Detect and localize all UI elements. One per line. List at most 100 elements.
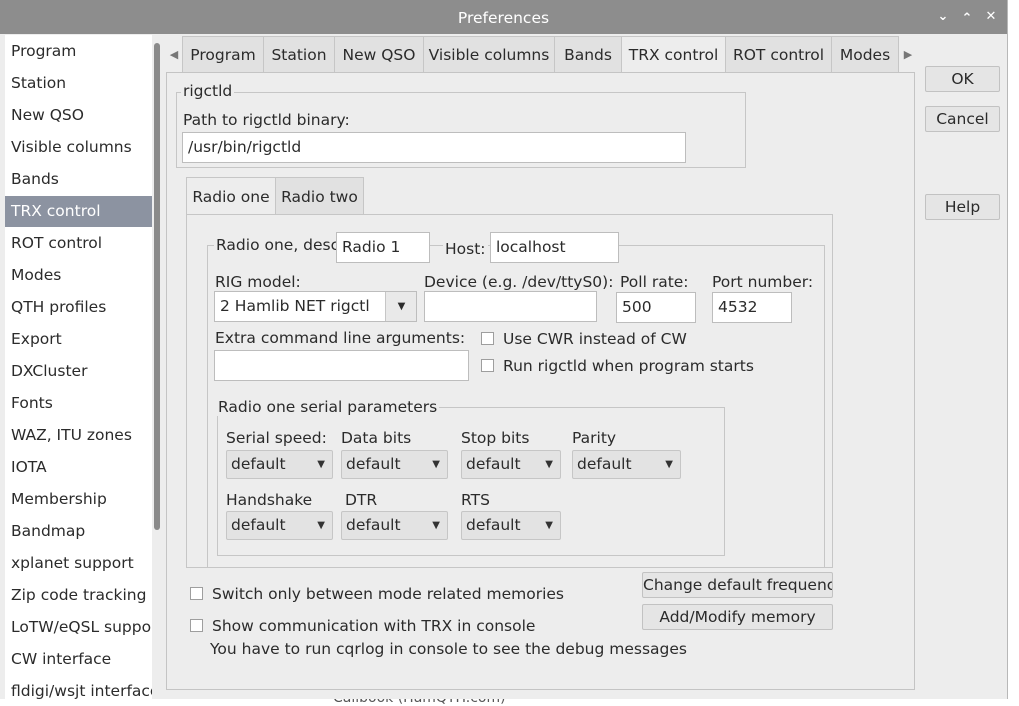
- tab-scroll-right-icon[interactable]: ▶: [901, 38, 915, 72]
- handshake-select[interactable]: default ▼: [226, 511, 333, 540]
- tab-new-qso[interactable]: New QSO: [334, 36, 424, 73]
- tab-station[interactable]: Station: [263, 36, 335, 73]
- category-item-new-qso[interactable]: New QSO: [5, 100, 152, 131]
- rig-model-combo[interactable]: 2 Hamlib NET rigctl ▼: [214, 291, 417, 322]
- data-bits-select[interactable]: default ▼: [341, 450, 448, 479]
- category-item-station[interactable]: Station: [5, 68, 152, 99]
- poll-rate-input[interactable]: 500: [616, 292, 696, 323]
- category-item-fonts[interactable]: Fonts: [5, 388, 152, 419]
- category-list: Program Station New QSO Visible columns …: [5, 35, 152, 699]
- category-item-iota[interactable]: IOTA: [5, 452, 152, 483]
- tab-modes[interactable]: Modes: [831, 36, 899, 73]
- dropdown-arrow-icon: ▼: [432, 459, 440, 470]
- chevron-up-icon[interactable]: ⌃: [959, 11, 975, 27]
- switch-memories-checkbox[interactable]: [190, 587, 203, 600]
- dtr-label: DTR: [345, 491, 378, 509]
- tab-radio-one[interactable]: Radio one: [186, 177, 276, 215]
- stop-bits-select[interactable]: default ▼: [461, 450, 561, 479]
- category-list-scrollbar[interactable]: [152, 35, 162, 699]
- poll-rate-label: Poll rate:: [620, 273, 689, 291]
- rig-model-label: RIG model:: [215, 273, 301, 291]
- category-item-visible-columns[interactable]: Visible columns: [5, 132, 152, 163]
- category-item-waz-itu-zones[interactable]: WAZ, ITU zones: [5, 420, 152, 451]
- parity-select[interactable]: default ▼: [572, 450, 681, 479]
- extra-args-input[interactable]: [214, 350, 469, 381]
- dropdown-arrow-icon: ▼: [432, 520, 440, 531]
- port-number-label: Port number:: [712, 273, 814, 291]
- rigctld-group-title: rigctld: [181, 82, 235, 100]
- category-item-zip-code-tracking[interactable]: Zip code tracking: [5, 580, 152, 611]
- data-bits-label: Data bits: [341, 429, 412, 447]
- port-number-input[interactable]: 4532: [712, 292, 792, 323]
- category-item-rot-control[interactable]: ROT control: [5, 228, 152, 259]
- help-button[interactable]: Help: [925, 194, 1000, 220]
- category-item-fldigi-wsjt-interface[interactable]: fldigi/wsjt interface: [5, 676, 152, 699]
- dtr-value: default: [346, 516, 401, 534]
- radio-desc-label: Radio one, desc.:: [214, 236, 352, 254]
- extra-args-label: Extra command line arguments:: [215, 329, 466, 347]
- tab-rot-control[interactable]: ROT control: [725, 36, 832, 73]
- add-modify-memory-button[interactable]: Add/Modify memory: [642, 604, 833, 630]
- stop-bits-value: default: [466, 455, 521, 473]
- dropdown-arrow-icon: ▼: [317, 459, 325, 470]
- scrollbar-thumb[interactable]: [154, 43, 160, 530]
- switch-memories-label: Switch only between mode related memorie…: [212, 585, 564, 603]
- category-item-qth-profiles[interactable]: QTH profiles: [5, 292, 152, 323]
- rig-model-value: 2 Hamlib NET rigctl: [220, 297, 370, 315]
- radio-desc-input[interactable]: Radio 1: [336, 232, 430, 263]
- dropdown-arrow-icon: ▼: [545, 520, 553, 531]
- rigctld-path-input[interactable]: /usr/bin/rigctld: [182, 132, 686, 163]
- tab-scroll-left-icon[interactable]: ◀: [167, 38, 181, 72]
- device-input[interactable]: [424, 291, 597, 322]
- stop-bits-label: Stop bits: [461, 429, 530, 447]
- category-item-bandmap[interactable]: Bandmap: [5, 516, 152, 547]
- dtr-select[interactable]: default ▼: [341, 511, 448, 540]
- parity-label: Parity: [572, 429, 617, 447]
- tab-visible-columns[interactable]: Visible columns: [423, 36, 555, 73]
- title-bar: Preferences ⌄ ⌃ ✕: [0, 0, 1007, 34]
- dropdown-arrow-icon: ▼: [665, 459, 673, 470]
- debug-note: You have to run cqrlog in console to see…: [210, 640, 688, 658]
- change-default-frequencies-button[interactable]: Change default frequencies: [642, 572, 833, 598]
- dropdown-arrow-icon: ▼: [317, 520, 325, 531]
- category-item-membership[interactable]: Membership: [5, 484, 152, 515]
- host-input[interactable]: localhost: [490, 232, 619, 263]
- device-label: Device (e.g. /dev/ttyS0):: [424, 273, 614, 291]
- host-label: Host:: [443, 240, 488, 258]
- run-rigctld-label: Run rigctld when program starts: [503, 357, 754, 375]
- run-rigctld-checkbox[interactable]: [481, 359, 494, 372]
- serial-speed-select[interactable]: default ▼: [226, 450, 333, 479]
- handshake-value: default: [231, 516, 286, 534]
- serial-speed-label: Serial speed:: [226, 429, 327, 447]
- handshake-label: Handshake: [226, 491, 313, 509]
- tab-bands[interactable]: Bands: [554, 36, 622, 73]
- dropdown-arrow-icon: ▼: [545, 459, 553, 470]
- category-item-dxcluster[interactable]: DXCluster: [5, 356, 152, 387]
- show-communication-checkbox[interactable]: [190, 619, 203, 632]
- category-item-trx-control[interactable]: TRX control: [5, 196, 152, 227]
- rts-select[interactable]: default ▼: [461, 511, 561, 540]
- tab-program[interactable]: Program: [182, 36, 264, 73]
- category-item-cw-interface[interactable]: CW interface: [5, 644, 152, 675]
- category-item-lotw-eqsl-support[interactable]: LoTW/eQSL support: [5, 612, 152, 643]
- dropdown-arrow-icon[interactable]: ▼: [385, 292, 416, 321]
- use-cwr-checkbox[interactable]: [481, 332, 494, 345]
- chevron-down-icon[interactable]: ⌄: [935, 9, 951, 25]
- data-bits-value: default: [346, 455, 401, 473]
- parity-value: default: [577, 455, 632, 473]
- category-item-xplanet-support[interactable]: xplanet support: [5, 548, 152, 579]
- rts-label: RTS: [461, 491, 490, 509]
- category-item-bands[interactable]: Bands: [5, 164, 152, 195]
- close-icon[interactable]: ✕: [983, 9, 999, 25]
- category-item-program[interactable]: Program: [5, 36, 152, 67]
- window-title: Preferences: [457, 9, 550, 27]
- cancel-button[interactable]: Cancel: [925, 106, 1000, 132]
- use-cwr-label: Use CWR instead of CW: [503, 330, 687, 348]
- category-item-export[interactable]: Export: [5, 324, 152, 355]
- serial-speed-value: default: [231, 455, 286, 473]
- category-item-modes[interactable]: Modes: [5, 260, 152, 291]
- preferences-window: Preferences ⌄ ⌃ ✕ Program Station New QS…: [0, 0, 1008, 699]
- ok-button[interactable]: OK: [925, 66, 1000, 92]
- tab-trx-control[interactable]: TRX control: [621, 36, 726, 74]
- tab-radio-two[interactable]: Radio two: [275, 177, 364, 215]
